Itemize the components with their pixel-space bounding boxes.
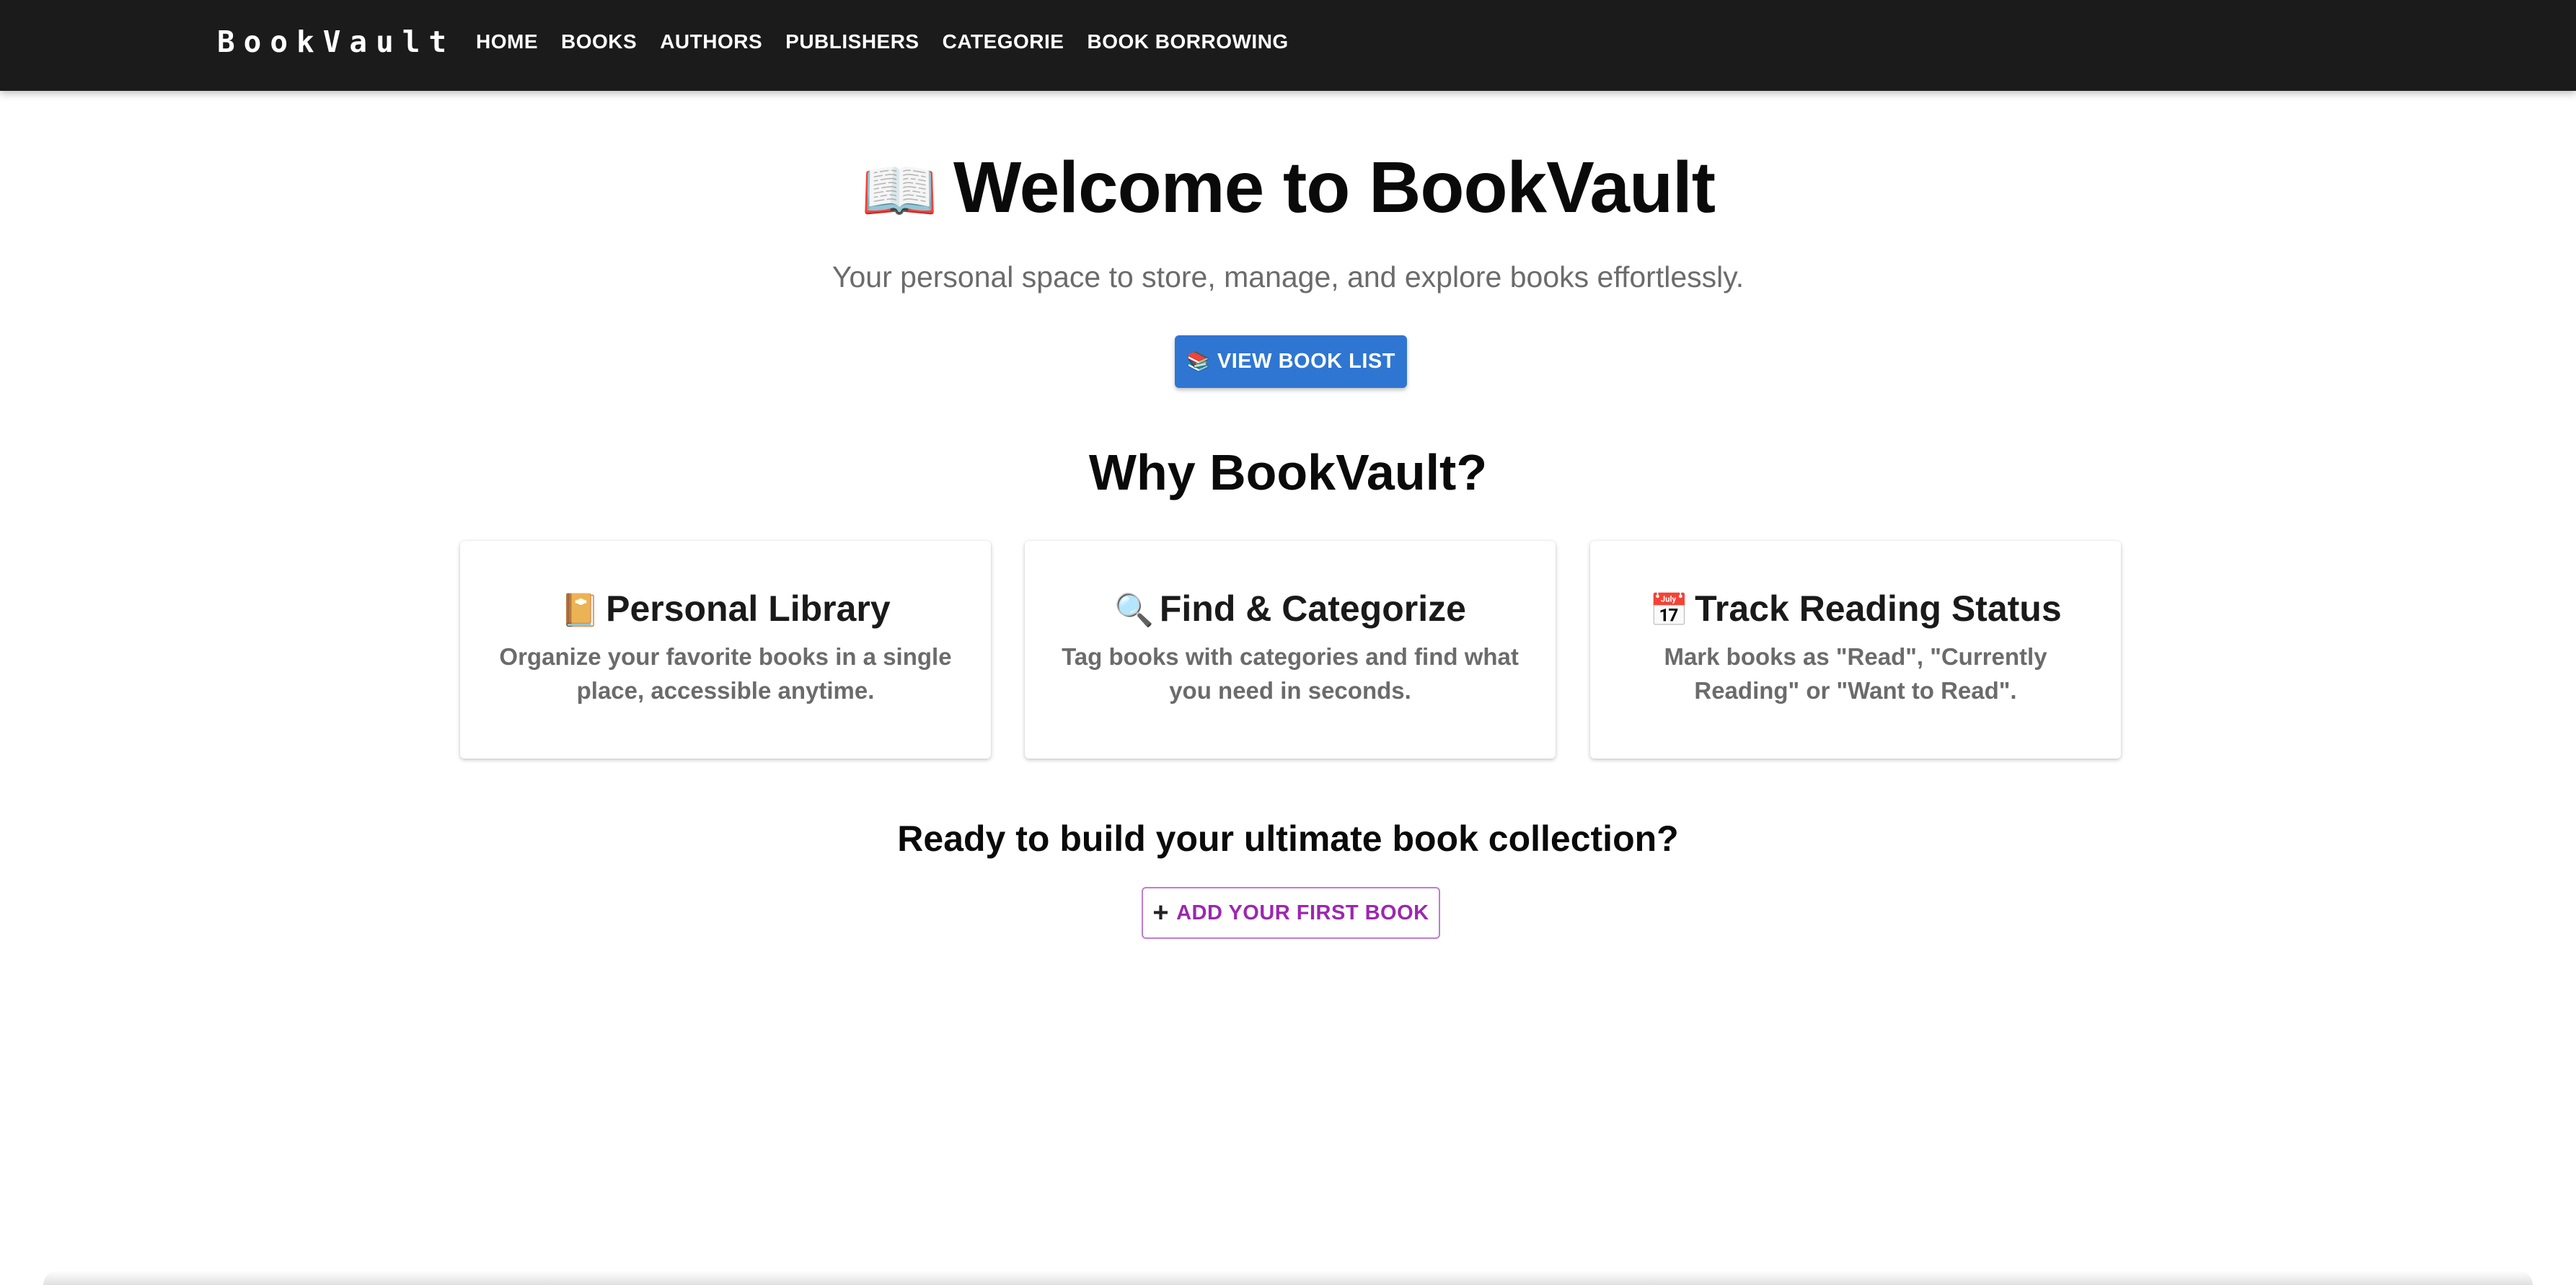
feature-card-description: Tag books with categories and find what … <box>1062 643 1519 704</box>
feature-card-personal-library: 📔 Personal Library Organize your favorite… <box>460 541 991 759</box>
notebook-icon: 📔 <box>560 593 601 628</box>
view-book-list-button[interactable]: 📚 VIEW BOOK LIST <box>1175 335 1407 388</box>
brand-logo[interactable]: BookVault <box>217 23 455 61</box>
app-bar: BookVault HOME BOOKS AUTHORS PUBLISHERS … <box>0 0 2576 91</box>
feature-card-title-text: Personal Library <box>606 588 891 629</box>
feature-card-description: Mark books as "Read", "Currently Reading… <box>1664 643 2047 704</box>
plus-icon: + <box>1152 898 1170 928</box>
nav-item-authors[interactable]: AUTHORS <box>648 27 774 56</box>
books-stack-icon: 📚 <box>1186 350 1210 372</box>
add-first-book-button[interactable]: + ADD YOUR FIRST BOOK <box>1142 887 1440 939</box>
feature-card-title-text: Find & Categorize <box>1159 588 1466 629</box>
nav-item-home[interactable]: HOME <box>476 27 550 56</box>
main-nav: HOME BOOKS AUTHORS PUBLISHERS CATEGORIE … <box>476 27 1300 56</box>
hero-subtitle: Your personal space to store, manage, an… <box>832 260 1744 293</box>
hero-title-text: Welcome to BookVault <box>953 147 1716 228</box>
feature-card-track-reading: 📅 Track Reading Status Mark books as "Rea… <box>1590 541 2121 759</box>
nav-item-books[interactable]: BOOKS <box>550 27 648 56</box>
nav-item-publishers[interactable]: PUBLISHERS <box>774 27 930 56</box>
nav-item-book-borrowing[interactable]: BOOK BORROWING <box>1076 27 1300 56</box>
view-book-list-label: VIEW BOOK LIST <box>1217 350 1395 373</box>
hero-title: 📖 Welcome to BookVault <box>0 144 2576 234</box>
feature-card-find-categorize: 🔍 Find & Categorize Tag books with catego… <box>1025 541 1556 759</box>
magnifier-icon: 🔍 <box>1114 593 1154 628</box>
footer-edge <box>43 1271 2533 1285</box>
feature-card-description: Organize your favorite books in a single… <box>499 643 952 704</box>
calendar-icon: 📅 <box>1649 593 1690 628</box>
open-book-icon: 📖 <box>860 156 938 226</box>
features-title: Why BookVault? <box>1088 444 1488 500</box>
feature-card-title: 📔 Personal Library <box>489 586 962 634</box>
cta-title: Ready to build your ultimate book collec… <box>897 818 1679 859</box>
nav-item-categorie[interactable]: CATEGORIE <box>931 27 1076 56</box>
feature-card-title: 📅 Track Reading Status <box>1619 586 2092 634</box>
feature-card-title-text: Track Reading Status <box>1695 588 2062 629</box>
add-first-book-label: ADD YOUR FIRST BOOK <box>1176 901 1429 924</box>
feature-card-title: 🔍 Find & Categorize <box>1054 586 1527 634</box>
